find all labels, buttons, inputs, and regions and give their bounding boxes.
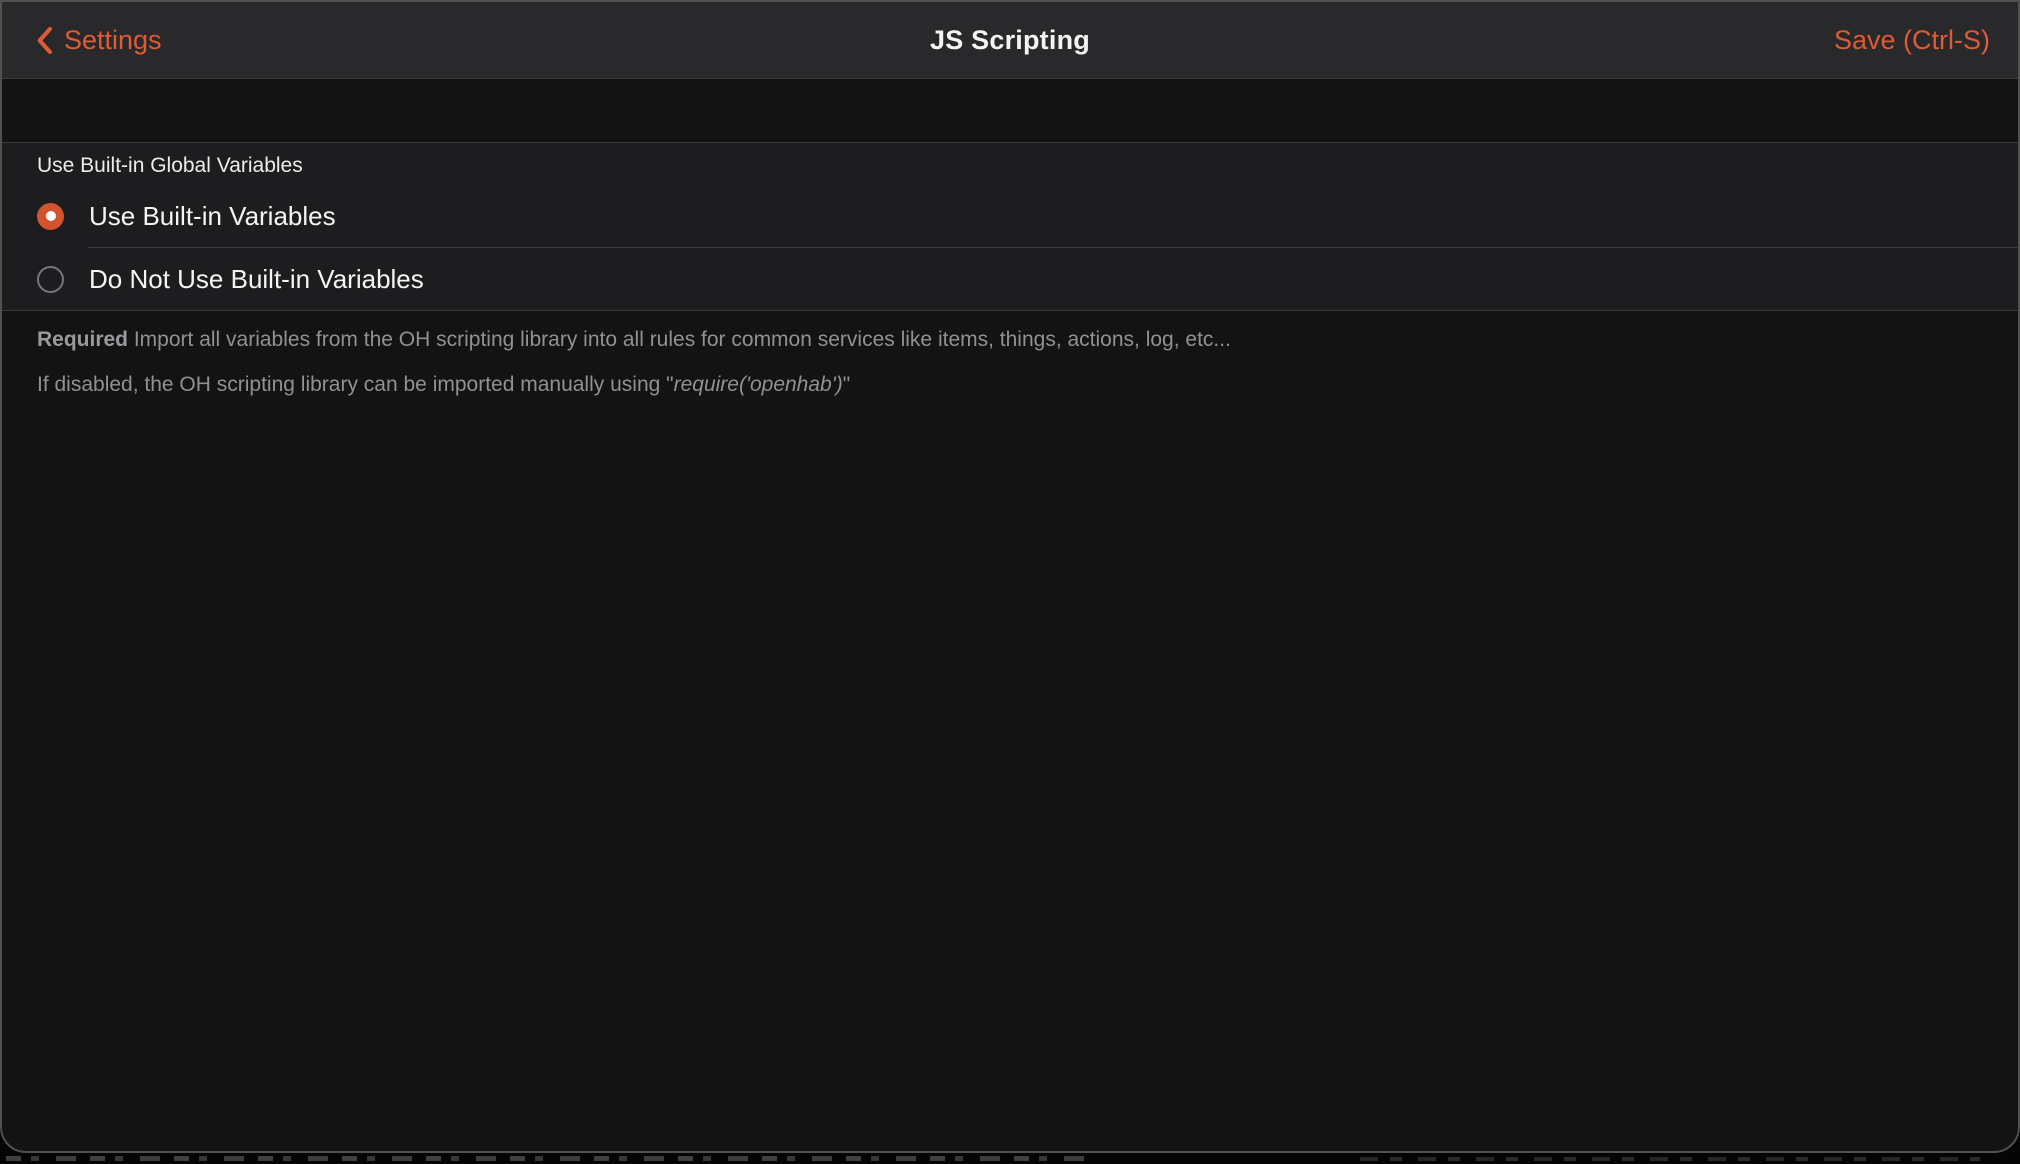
radio-option-no-builtin[interactable]: Do Not Use Built-in Variables [2, 248, 2018, 310]
navbar: Settings JS Scripting Save (Ctrl-S) [2, 2, 2018, 79]
code-snippet: require('openhab') [674, 373, 843, 396]
radio-unselected-icon [37, 266, 64, 293]
parameter-label: Use Built-in Global Variables [2, 152, 2018, 185]
required-badge-text: Required [37, 328, 128, 351]
description-line-1: Required Import all variables from the O… [37, 324, 1982, 356]
clipped-text-artifact [1360, 1157, 1980, 1161]
save-button[interactable]: Save (Ctrl-S) [1834, 25, 1990, 56]
radio-option-use-builtin[interactable]: Use Built-in Variables [2, 185, 2018, 247]
parameter-description: Required Import all variables from the O… [37, 324, 1982, 401]
radio-option-label: Do Not Use Built-in Variables [89, 264, 424, 295]
back-button-label: Settings [64, 25, 162, 56]
parameter-group: Use Built-in Global Variables Use Built-… [2, 142, 2018, 311]
description-line-2: If disabled, the OH scripting library ca… [37, 369, 1982, 401]
addon-config-sheet: Settings JS Scripting Save (Ctrl-S) Use … [0, 0, 2020, 1153]
background-page-sliver [0, 1153, 2020, 1164]
chevron-left-icon [36, 26, 53, 55]
page-title: JS Scripting [2, 25, 2018, 56]
radio-option-label: Use Built-in Variables [89, 201, 336, 232]
radio-selected-icon [37, 203, 64, 230]
back-button[interactable]: Settings [36, 25, 162, 56]
clipped-text-artifact [6, 1156, 1086, 1161]
